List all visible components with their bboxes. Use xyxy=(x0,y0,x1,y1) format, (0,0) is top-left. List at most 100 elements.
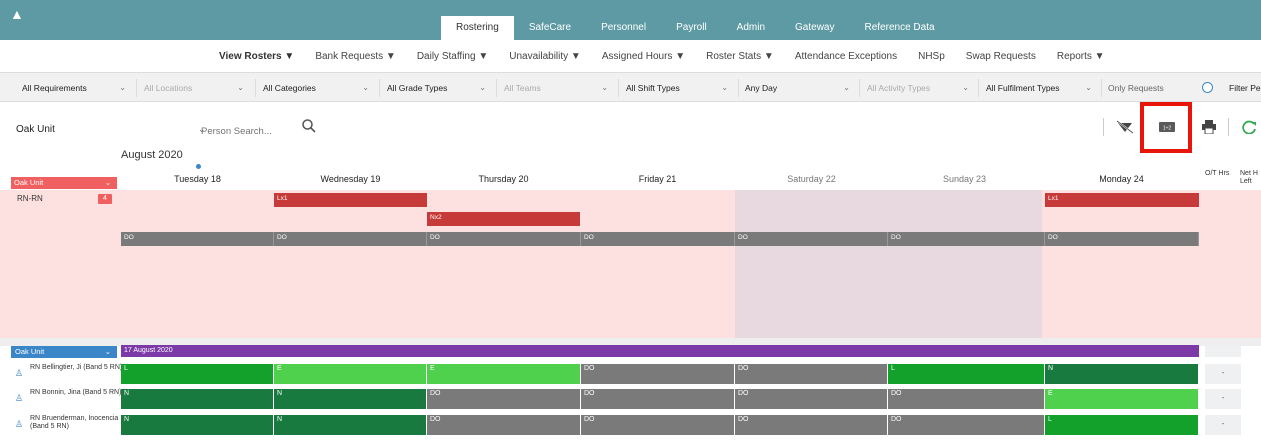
shift-cell[interactable]: L xyxy=(1045,415,1199,435)
shift-cell[interactable]: DO xyxy=(581,364,735,384)
divider xyxy=(859,79,860,97)
hours-cell: - xyxy=(1205,364,1241,384)
day-header: Friday 21 xyxy=(638,174,677,184)
requirements-unit-label: Oak Unit xyxy=(14,178,44,187)
chevron-down-icon: ⌄ xyxy=(843,83,850,92)
divider xyxy=(379,79,380,97)
shift-types-filter[interactable]: All Shift Types ⌄ xyxy=(622,79,734,97)
month-label: August 2020 xyxy=(121,149,183,161)
chevron-down-icon: ⌄ xyxy=(362,83,369,92)
staff-row-label[interactable]: ♙ RN Bellingtier, Ji (Band 5 RN) xyxy=(11,364,122,384)
teams-filter[interactable]: All Teams ⌄ xyxy=(500,79,614,97)
shift-cell[interactable]: N xyxy=(121,389,274,409)
day-off-bar[interactable]: DO xyxy=(1045,232,1199,246)
chevron-down-icon: ⌄ xyxy=(601,83,608,92)
subnav-unavailability[interactable]: Unavailability ▼ xyxy=(509,51,581,62)
tab-payroll[interactable]: Payroll xyxy=(661,16,722,40)
subnav-roster-stats[interactable]: Roster Stats ▼ xyxy=(706,51,774,62)
only-requests-filter[interactable]: Only Requests xyxy=(1104,79,1199,97)
person-search-input[interactable] xyxy=(201,124,301,138)
sub-navigation: View Rosters ▼ Bank Requests ▼ Daily Sta… xyxy=(0,40,1261,72)
subnav-attendance-exceptions[interactable]: Attendance Exceptions xyxy=(795,51,897,62)
fulfilment-types-filter-value: All Fulfilment Types xyxy=(986,83,1060,93)
day-header: Wednesday 19 xyxy=(320,174,381,184)
grade-types-filter-value: All Grade Types xyxy=(387,83,448,93)
shift-cell[interactable]: N xyxy=(121,415,274,435)
chevron-down-icon: ⌄ xyxy=(962,83,969,92)
requirements-unit-select[interactable]: Oak Unit ⌄ xyxy=(11,177,117,189)
chevron-down-icon: ⌄ xyxy=(479,83,486,92)
print-icon[interactable] xyxy=(1200,120,1218,134)
locations-filter[interactable]: All Locations ⌄ xyxy=(140,79,250,97)
tab-reference-data[interactable]: Reference Data xyxy=(850,16,950,40)
hours-cell: - xyxy=(1205,389,1241,409)
collapse-chevron-icon[interactable]: ▲ xyxy=(10,6,24,22)
staff-row-label[interactable]: ♙ RN Bonnin, Jina (Band 5 RN) xyxy=(11,389,121,409)
shift-cell[interactable]: L xyxy=(121,364,274,384)
subnav-daily-staffing[interactable]: Daily Staffing ▼ xyxy=(417,51,488,62)
tab-gateway[interactable]: Gateway xyxy=(780,16,849,40)
shift-cell[interactable]: N xyxy=(274,389,427,409)
divider xyxy=(618,79,619,97)
day-off-bar[interactable]: DO xyxy=(274,232,427,246)
requirement-bar[interactable]: Lx1 xyxy=(274,193,427,207)
activity-types-filter[interactable]: All Activity Types ⌄ xyxy=(863,79,975,97)
filter-people-input[interactable]: Filter Pe xyxy=(1225,79,1261,97)
roster-unit-label: Oak Unit xyxy=(15,347,45,356)
unit-select[interactable]: Oak Unit ⌄ xyxy=(16,124,216,138)
search-icon[interactable] xyxy=(301,118,317,134)
today-indicator xyxy=(196,164,201,169)
shift-cell[interactable]: N xyxy=(1045,364,1199,384)
shift-cell[interactable]: E xyxy=(427,364,581,384)
shift-cell[interactable]: DO xyxy=(735,389,888,409)
subnav-nhsp[interactable]: NHSp xyxy=(918,51,945,62)
top-navigation-bar: ▲ Rostering SafeCare Personnel Payroll A… xyxy=(0,0,1261,40)
weekend-column xyxy=(735,190,1042,338)
shift-cell[interactable]: DO xyxy=(427,415,581,435)
tab-admin[interactable]: Admin xyxy=(722,16,780,40)
subnav-bank-requests[interactable]: Bank Requests ▼ xyxy=(315,51,396,62)
shift-cell[interactable]: E xyxy=(274,364,427,384)
tab-rostering[interactable]: Rostering xyxy=(441,16,514,40)
requirement-bar[interactable]: Nx2 xyxy=(427,212,580,226)
shift-cell[interactable]: DO xyxy=(581,415,735,435)
staff-row-label[interactable]: ♙ RN Bruenderman, Inocencia (Band 5 RN) xyxy=(11,415,121,437)
subnav-view-rosters[interactable]: View Rosters ▼ xyxy=(219,51,294,62)
categories-filter[interactable]: All Categories ⌄ xyxy=(259,79,375,97)
tab-safecare[interactable]: SafeCare xyxy=(514,16,586,40)
shift-cell[interactable]: DO xyxy=(888,389,1045,409)
teams-filter-value: All Teams xyxy=(504,83,541,93)
shift-cell[interactable]: E xyxy=(1045,389,1199,409)
day-off-bar[interactable]: DO xyxy=(121,232,274,246)
day-off-bar[interactable]: DO xyxy=(888,232,1045,246)
shift-cell[interactable]: DO xyxy=(735,415,888,435)
only-requests-toggle[interactable] xyxy=(1202,82,1213,93)
highlight-box xyxy=(1140,102,1192,153)
shift-cell[interactable]: DO xyxy=(427,389,581,409)
day-off-bar[interactable]: DO xyxy=(581,232,735,246)
requirement-bar[interactable]: Lx1 xyxy=(1045,193,1199,207)
fulfilment-types-filter[interactable]: All Fulfilment Types ⌄ xyxy=(982,79,1098,97)
day-filter[interactable]: Any Day ⌄ xyxy=(741,79,856,97)
refresh-icon[interactable] xyxy=(1241,120,1259,134)
only-requests-label: Only Requests xyxy=(1108,83,1164,93)
subnav-swap-requests[interactable]: Swap Requests xyxy=(966,51,1036,62)
eye-off-icon[interactable] xyxy=(1116,120,1134,134)
shift-cell[interactable]: L xyxy=(888,364,1045,384)
subnav-assigned-hours[interactable]: Assigned Hours ▼ xyxy=(602,51,685,62)
day-off-bar[interactable]: DO xyxy=(427,232,581,246)
day-header: Thursday 20 xyxy=(478,174,529,184)
shift-cell[interactable]: DO xyxy=(735,364,888,384)
day-header: Saturday 22 xyxy=(787,174,836,184)
day-off-bar[interactable]: DO xyxy=(735,232,888,246)
tab-personnel[interactable]: Personnel xyxy=(586,16,661,40)
shift-cell[interactable]: DO xyxy=(888,415,1045,435)
roster-unit-select[interactable]: Oak Unit ⌄ xyxy=(11,346,117,358)
staff-name: RN Bonnin, Jina (Band 5 RN) xyxy=(30,389,122,396)
grade-types-filter[interactable]: All Grade Types ⌄ xyxy=(383,79,492,97)
hours-cell: - xyxy=(1205,415,1241,435)
shift-cell[interactable]: N xyxy=(274,415,427,435)
requirements-filter[interactable]: All Requirements ⌄ xyxy=(18,79,132,97)
subnav-reports[interactable]: Reports ▼ xyxy=(1057,51,1105,62)
shift-cell[interactable]: DO xyxy=(581,389,735,409)
